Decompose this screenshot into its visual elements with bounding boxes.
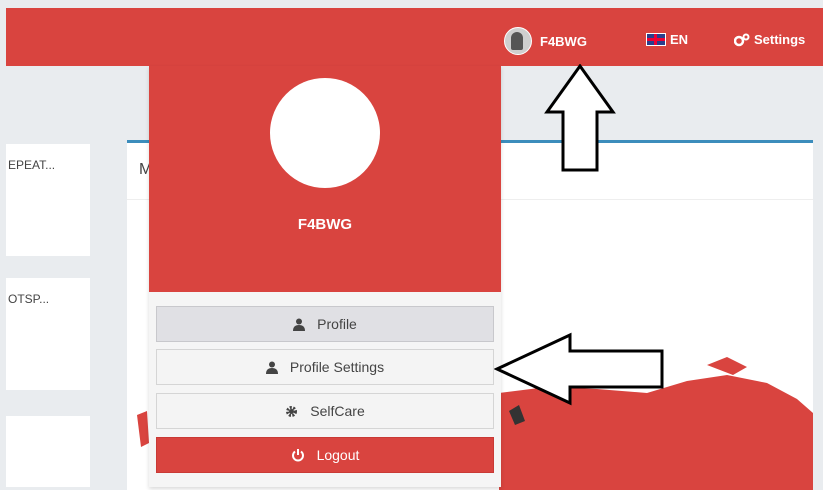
profile-settings-button[interactable]: Profile Settings	[156, 349, 494, 385]
profile-avatar	[270, 78, 380, 188]
power-icon	[291, 449, 304, 462]
profile-button[interactable]: Profile	[156, 306, 494, 342]
settings-link[interactable]: Settings	[734, 32, 805, 47]
device-card[interactable]: EPEAT...	[6, 144, 90, 256]
up-arrow-annotation	[544, 64, 616, 172]
logout-button[interactable]: Logout	[156, 437, 494, 473]
navbar-username: F4BWG	[540, 33, 587, 49]
uk-flag-icon	[646, 33, 666, 46]
settings-label: Settings	[754, 32, 806, 47]
gears-icon	[734, 33, 750, 46]
user-icon	[293, 318, 306, 331]
profile-name: F4BWG	[297, 216, 353, 233]
language-label: EN	[670, 32, 689, 47]
map-region	[137, 411, 149, 447]
gear-icon	[286, 405, 298, 417]
profile-settings-button-label: Profile Settings	[289, 359, 385, 375]
device-card-title: OTSP...	[8, 292, 50, 306]
selfcare-button[interactable]: SelfCare	[156, 393, 494, 429]
map-region	[707, 357, 747, 375]
device-card[interactable]	[6, 416, 90, 487]
left-arrow-annotation	[494, 332, 664, 406]
top-navbar: F4BWG EN Settings	[6, 8, 823, 66]
user-dropdown-menu: F4BWG Profile Profile Settings SelfCare …	[149, 66, 501, 487]
selfcare-button-label: SelfCare	[310, 403, 365, 419]
user-icon	[265, 361, 278, 374]
logout-button-label: Logout	[316, 447, 360, 463]
profile-button-label: Profile	[317, 316, 357, 332]
device-card[interactable]: OTSP...	[6, 278, 90, 390]
user-menu-toggle[interactable]: F4BWG	[504, 27, 587, 55]
language-selector[interactable]: EN	[646, 32, 688, 47]
device-card-title: EPEAT...	[8, 158, 56, 172]
user-avatar	[504, 27, 532, 55]
user-menu-header: F4BWG	[149, 66, 501, 292]
